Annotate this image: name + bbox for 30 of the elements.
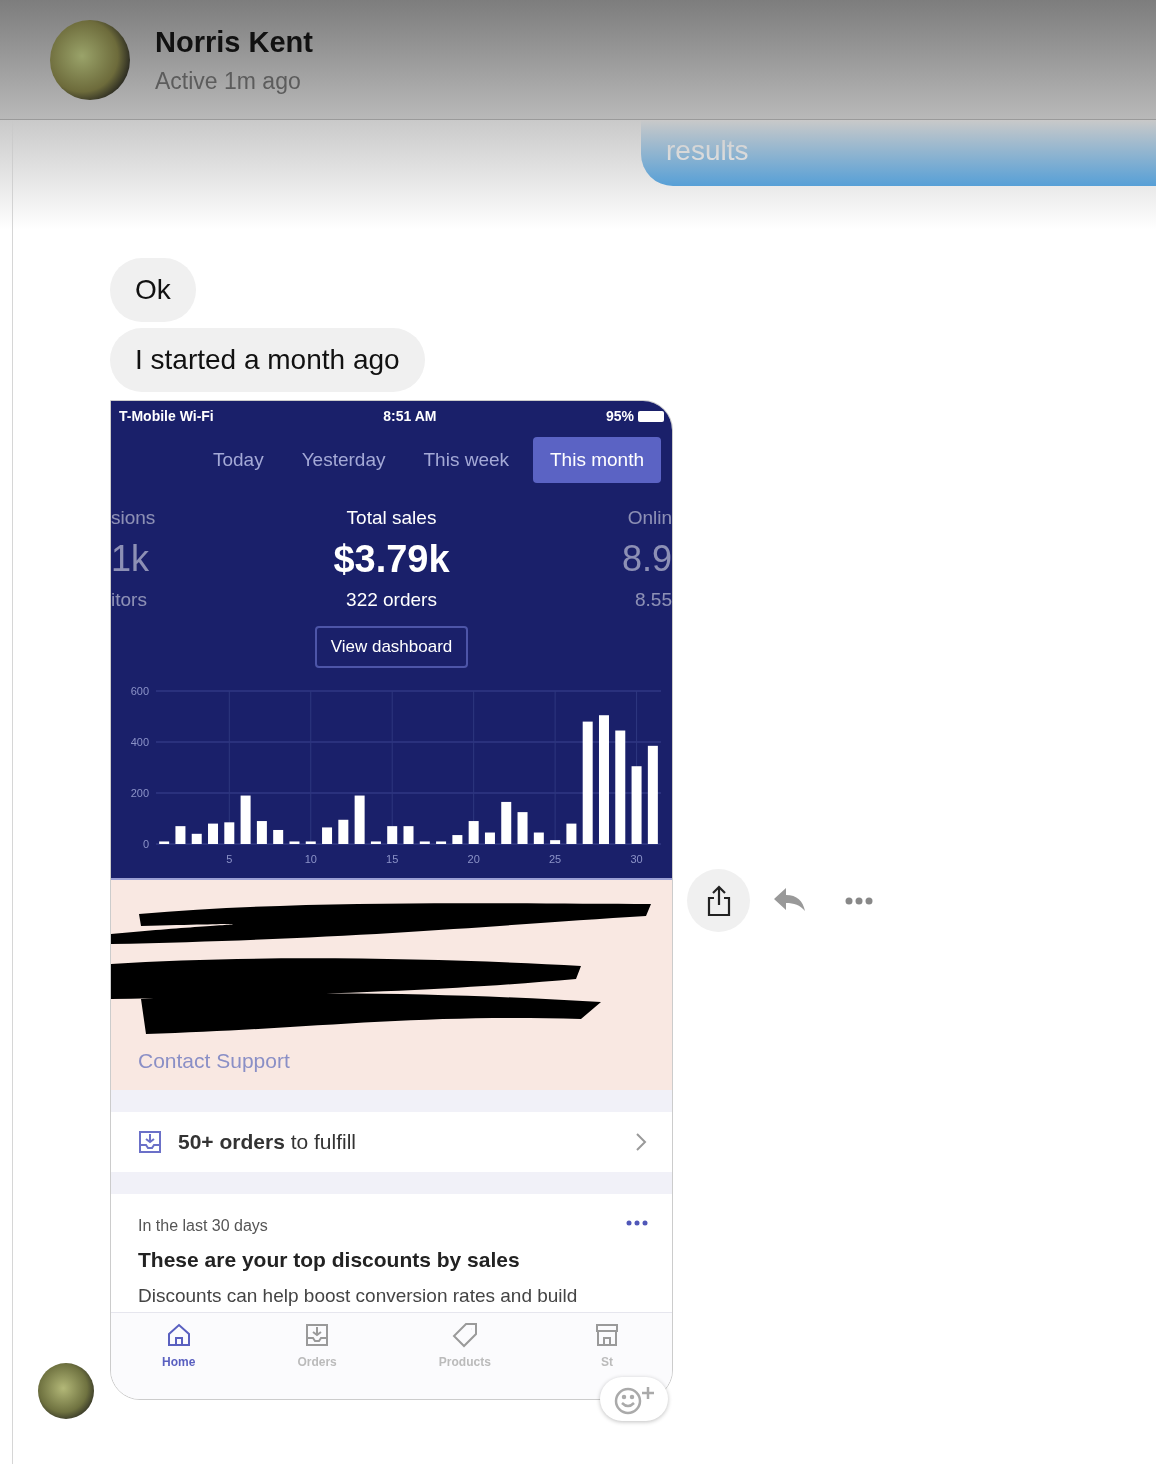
incoming-message: Ok	[110, 258, 196, 322]
card-body: Discounts can help boost conversion rates and build	[138, 1283, 579, 1308]
axis-label: 400	[130, 736, 149, 748]
card-eyebrow: In the last 30 days	[138, 1216, 268, 1236]
axis-label: 25	[549, 853, 562, 865]
axis-label: 600	[130, 685, 149, 697]
metric-subtext: 322 orders	[346, 588, 437, 612]
metric-label: sions	[111, 506, 156, 530]
clock: 8:51 AM	[383, 406, 437, 426]
carrier-label: T-Mobile Wi-Fi	[119, 406, 214, 426]
metric-subtext: itors	[111, 588, 147, 612]
incoming-message: I started a month ago	[110, 328, 425, 392]
axis-label: 5	[226, 853, 233, 865]
metric-label: Total sales	[346, 506, 437, 530]
axis-label: 200	[130, 787, 149, 799]
metric-subtext: 8.55	[635, 588, 672, 612]
metric-value: 8.9	[621, 537, 672, 581]
card-title: These are your top discounts by sales	[138, 1247, 521, 1273]
metric-label: Onlin	[627, 506, 672, 530]
axis-label: 30	[630, 853, 643, 865]
axis-label: 15	[386, 853, 399, 865]
metric-value: $3.79k	[333, 537, 450, 582]
contact-name: Norris Kent	[155, 24, 313, 60]
axis-label: 10	[304, 853, 317, 865]
axis-label: 20	[467, 853, 480, 865]
active-status: Active 1m ago	[155, 67, 302, 96]
fulfill-text: 50+ orders to fulfill	[178, 1129, 358, 1156]
battery-percent: 95%	[605, 406, 634, 426]
axis-label: 0	[142, 838, 149, 850]
metric-value: 1k	[111, 537, 150, 581]
